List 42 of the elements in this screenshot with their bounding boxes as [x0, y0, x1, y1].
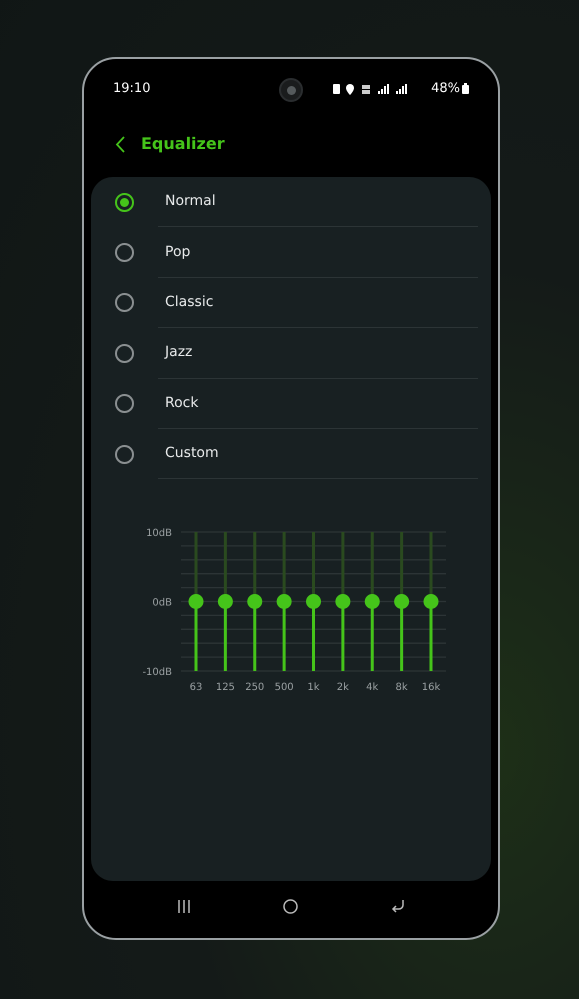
page-title: Equalizer	[141, 133, 225, 155]
equalizer-slider[interactable]	[247, 532, 262, 672]
radio-button[interactable]	[115, 394, 134, 414]
frequency-label: 16k	[422, 682, 440, 694]
battery-percent: 48%	[431, 80, 460, 98]
axis-label: -10dB	[142, 667, 172, 678]
equalizer-slider[interactable]	[306, 532, 321, 672]
radio-button[interactable]	[115, 192, 134, 212]
preset-option[interactable]: Rock	[91, 378, 491, 429]
equalizer-slider[interactable]	[335, 532, 350, 672]
axis-label: 0dB	[152, 598, 172, 609]
equalizer-slider[interactable]	[424, 532, 438, 672]
frequency-label: 4k	[366, 682, 378, 694]
radio-button[interactable]	[115, 293, 134, 312]
back-icon[interactable]	[115, 136, 125, 152]
frequency-label: 500	[274, 682, 294, 694]
status-time: 19:10	[113, 80, 150, 98]
equalizer-slider[interactable]	[276, 532, 292, 672]
equalizer-slider[interactable]	[218, 532, 233, 672]
camera-icon	[279, 78, 303, 102]
radio-button[interactable]	[115, 344, 134, 363]
frequency-label: 63	[190, 682, 202, 694]
preset-option[interactable]: Classic	[91, 278, 491, 328]
equalizer-slider[interactable]	[188, 532, 204, 672]
radio-button[interactable]	[115, 243, 134, 262]
frequency-label: 1k	[307, 682, 320, 694]
preset-option[interactable]: Pop	[91, 227, 491, 278]
equalizer-slider[interactable]	[364, 532, 380, 672]
preset-option[interactable]: Jazz	[91, 328, 491, 379]
frequency-label: 2k	[336, 682, 349, 694]
battery-icon	[462, 83, 469, 94]
frequency-label: 125	[216, 682, 235, 694]
preset-option[interactable]: Normal	[91, 177, 491, 228]
equalizer-slider[interactable]	[394, 532, 410, 672]
radio-button[interactable]	[115, 444, 134, 464]
frequency-label: 8k	[396, 682, 408, 694]
axis-label: 10dB	[146, 528, 172, 540]
frequency-label: 250	[245, 682, 264, 694]
recent-apps-icon[interactable]	[177, 900, 192, 912]
preset-option[interactable]: Custom	[91, 428, 491, 480]
home-icon[interactable]	[283, 898, 298, 914]
back-navigation-icon[interactable]	[390, 900, 405, 912]
